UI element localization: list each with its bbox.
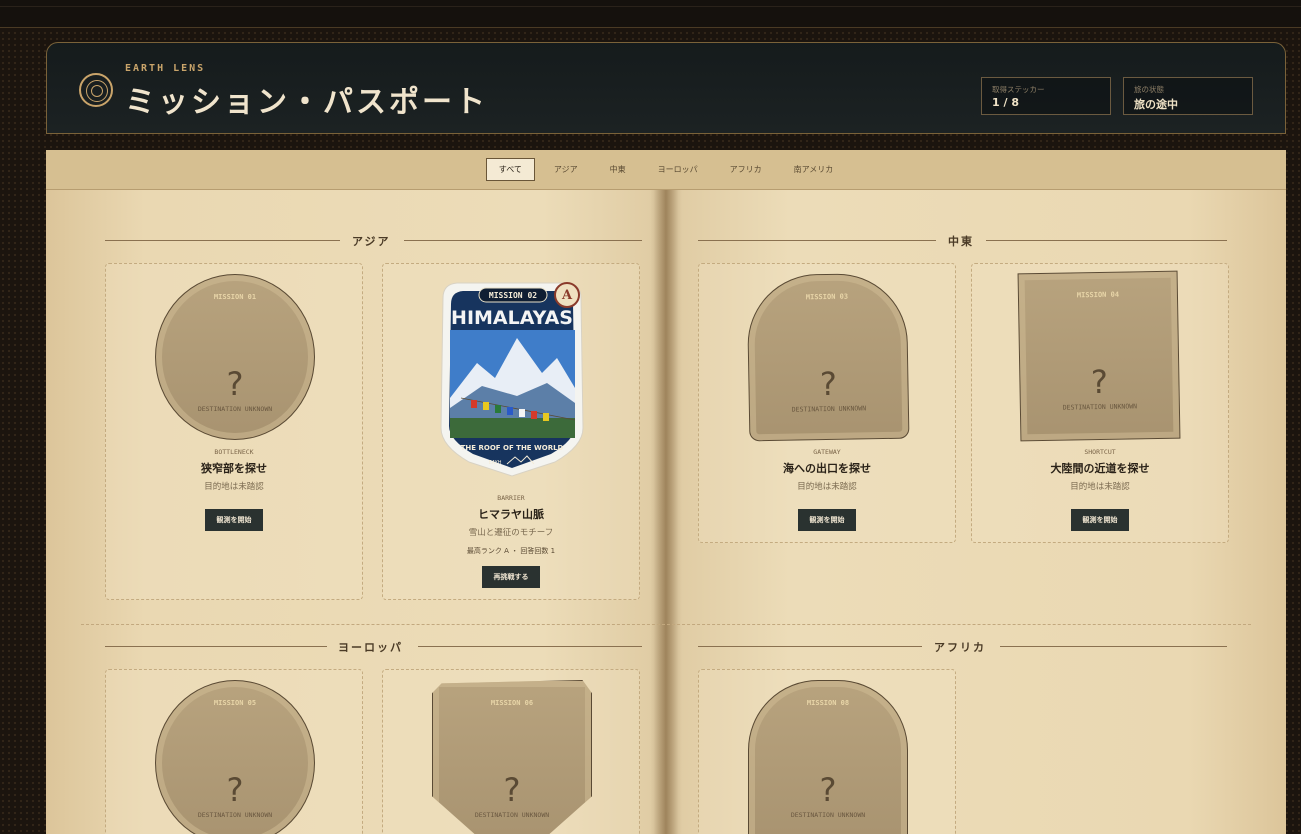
mission-subtitle: 雪山と遷征のモチーフ: [468, 528, 554, 538]
mission-name: ヒマラヤ山脈: [478, 508, 544, 521]
mission-category: GATEWAY: [813, 448, 841, 456]
tab-south-america[interactable]: 南アメリカ: [781, 158, 847, 181]
mission-name: 大陸間の近道を探せ: [1050, 462, 1150, 475]
start-observation-button[interactable]: 観測を開始: [1071, 509, 1129, 531]
stat-stickers: 取得ステッカー 1 / 8: [981, 77, 1111, 115]
tab-all[interactable]: すべて: [485, 158, 535, 181]
stat-journey: 旅の状態 旅の途中: [1123, 77, 1253, 115]
sticker-brand: EAYH: [488, 460, 501, 466]
stat-label: 取得ステッカー: [992, 85, 1045, 94]
mission-card-02: MISSION 02 HIMALAYAS THE ROOF OF THE WOR…: [382, 263, 640, 600]
start-observation-button[interactable]: 観測を開始: [798, 509, 856, 531]
mission-card-08: MISSION 08 ? DESTINATION UNKNOWN: [698, 669, 956, 834]
section-header-middle-east: 中東: [698, 233, 1227, 248]
sticker-placeholder: MISSION 01 ? DESTINATION UNKNOWN: [155, 274, 315, 440]
sticker-placeholder: MISSION 03 ? DESTINATION UNKNOWN: [746, 272, 910, 442]
question-mark-icon: ?: [819, 771, 837, 809]
stat-value: 旅の途中: [1134, 98, 1178, 111]
tab-asia[interactable]: アジア: [541, 158, 591, 181]
mission-subtitle: 目的地は未踏認: [797, 482, 857, 492]
stat-label: 旅の状態: [1134, 85, 1164, 94]
question-mark-icon: ?: [503, 771, 521, 809]
sticker-placeholder: MISSION 08 ? DESTINATION UNKNOWN: [748, 680, 908, 834]
sticker-title: HIMALAYAS: [451, 307, 573, 329]
tab-africa[interactable]: アフリカ: [717, 158, 775, 181]
question-mark-icon: ?: [819, 364, 838, 404]
section-header-africa: アフリカ: [698, 639, 1227, 654]
mission-card-01: MISSION 01 ? DESTINATION UNKNOWN BOTTLEN…: [105, 263, 363, 600]
lens-logo-icon: [79, 73, 113, 107]
section-header-asia: アジア: [105, 233, 642, 248]
rank-badge: A: [554, 282, 580, 308]
himalayas-sticker: MISSION 02 HIMALAYAS THE ROOF OF THE WOR…: [440, 282, 584, 477]
retry-button[interactable]: 再挑戦する: [482, 566, 540, 588]
sticker-placeholder: MISSION 05 ? DESTINATION UNKNOWN: [155, 680, 315, 834]
mission-category: SHORTCUT: [1084, 448, 1116, 456]
mission-meta: 最高ランク A ・ 回答回数 1: [466, 547, 556, 555]
tab-middle-east[interactable]: 中東: [597, 158, 639, 181]
question-mark-icon: ?: [1090, 362, 1109, 402]
sticker-placeholder: MISSION 06 ? DESTINATION UNKNOWN: [432, 680, 592, 834]
sticker-mission-no: MISSION 02: [489, 291, 537, 300]
mission-subtitle: 目的地は未踏認: [1070, 482, 1130, 492]
top-band: [0, 0, 1301, 28]
tab-europe[interactable]: ヨーロッパ: [645, 158, 711, 181]
sticker-placeholder: MISSION 04 ? DESTINATION UNKNOWN: [1017, 270, 1181, 442]
question-mark-icon: ?: [226, 771, 244, 809]
passport-book: すべて アジア 中東 ヨーロッパ アフリカ 南アメリカ アジア 中東 ヨーロッパ…: [46, 150, 1286, 834]
row-divider: [81, 624, 1251, 625]
mission-card-06: MISSION 06 ? DESTINATION UNKNOWN: [382, 669, 640, 834]
mission-card-04: MISSION 04 ? DESTINATION UNKNOWN SHORTCU…: [971, 263, 1229, 543]
section-header-europe: ヨーロッパ: [105, 639, 642, 654]
brand-name: EARTH LENS: [125, 63, 206, 74]
stat-value: 1 / 8: [992, 96, 1019, 109]
start-observation-button[interactable]: 観測を開始: [205, 509, 263, 531]
app-header: EARTH LENS ミッション・パスポート 取得ステッカー 1 / 8 旅の状…: [46, 42, 1286, 134]
sticker-tagline: THE ROOF OF THE WORLD: [461, 444, 564, 452]
mission-category: BARRIER: [497, 494, 525, 502]
mission-name: 狭窄部を探せ: [201, 462, 267, 475]
region-tabs: すべて アジア 中東 ヨーロッパ アフリカ 南アメリカ: [46, 150, 1286, 190]
mission-card-03: MISSION 03 ? DESTINATION UNKNOWN GATEWAY…: [698, 263, 956, 543]
question-mark-icon: ?: [226, 365, 244, 403]
mission-category: BOTTLENECK: [214, 448, 254, 456]
page-title: ミッション・パスポート: [125, 85, 488, 120]
mission-subtitle: 目的地は未踏認: [204, 482, 264, 492]
mission-name: 海への出口を探せ: [783, 462, 871, 475]
mission-card-05: MISSION 05 ? DESTINATION UNKNOWN: [105, 669, 363, 834]
